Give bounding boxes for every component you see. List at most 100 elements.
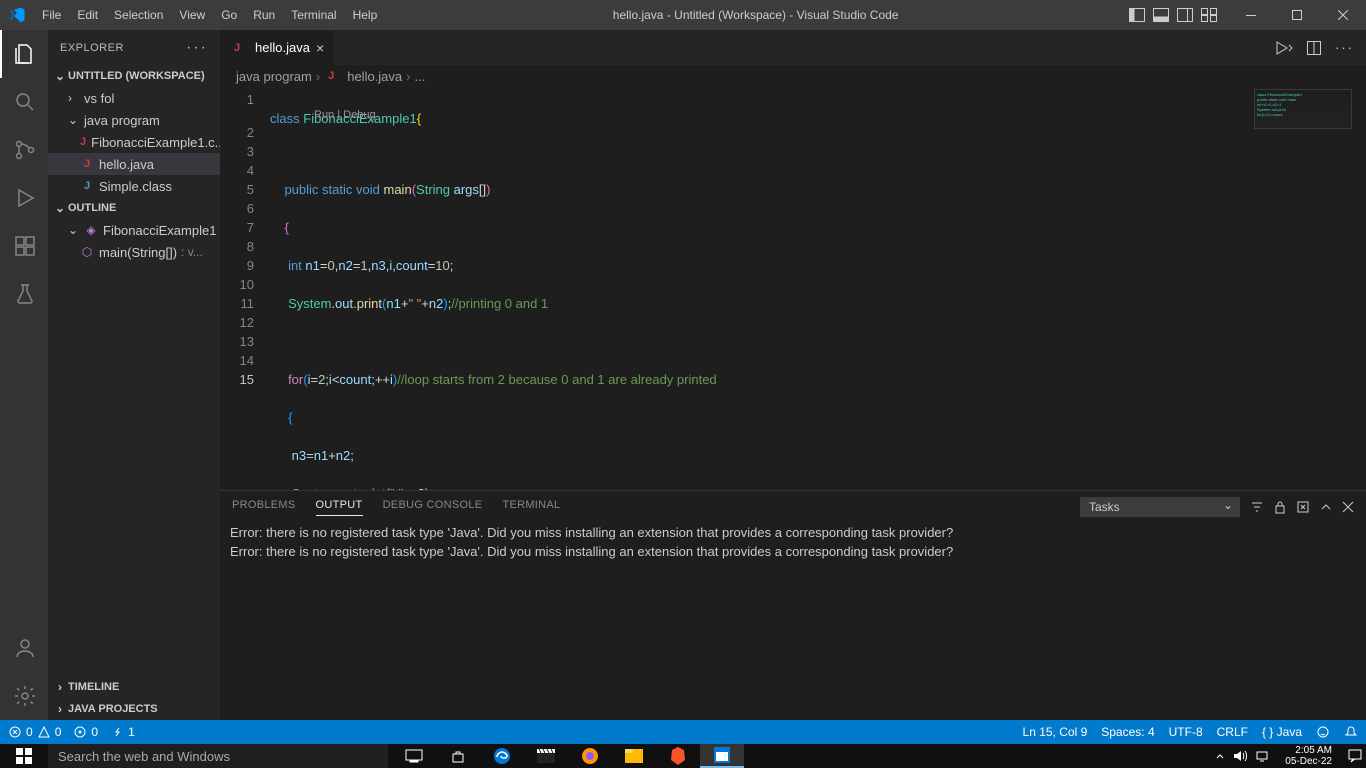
search-icon[interactable] (0, 78, 48, 126)
status-cursor-position[interactable]: Ln 15, Col 9 (1023, 725, 1088, 739)
explorer-icon[interactable] (0, 30, 48, 78)
taskbar-search[interactable]: Search the web and Windows (48, 744, 388, 768)
source-control-icon[interactable] (0, 126, 48, 174)
movies-icon[interactable] (524, 744, 568, 768)
task-view-icon[interactable] (392, 744, 436, 768)
bottom-panel: PROBLEMS OUTPUT DEBUG CONSOLE TERMINAL T… (220, 490, 1366, 720)
menu-run[interactable]: Run (245, 0, 283, 30)
settings-gear-icon[interactable] (0, 672, 48, 720)
editor-actions: ··· (1275, 30, 1366, 65)
toggle-panel-icon[interactable] (1150, 4, 1172, 26)
file-simple[interactable]: JSimple.class (48, 175, 220, 197)
outline-item-label: main(String[]) (99, 245, 177, 260)
lock-icon[interactable] (1274, 500, 1286, 514)
outline-class[interactable]: ⌄◈FibonacciExample1 (48, 219, 220, 241)
firefox-icon[interactable] (568, 744, 612, 768)
filter-icon[interactable] (1250, 500, 1264, 514)
tray-network-icon[interactable] (1255, 750, 1269, 762)
status-indentation[interactable]: Spaces: 4 (1101, 725, 1154, 739)
menu-go[interactable]: Go (213, 0, 245, 30)
toggle-secondary-sidebar-icon[interactable] (1174, 4, 1196, 26)
outline-section[interactable]: ⌄OUTLINE (48, 197, 220, 219)
run-debug-icon[interactable] (0, 174, 48, 222)
breadcrumb-item[interactable]: ... (415, 69, 426, 84)
minimap[interactable]: class FibonacciExample1public static voi… (1254, 89, 1352, 129)
status-ports[interactable]: 0 (73, 725, 98, 739)
outline-method[interactable]: ⬡main(String[]): v... (48, 241, 220, 263)
code-editor[interactable]: 1 2 3 4 5 6 7 8 9 10 11 12 13 14 15 clas… (220, 87, 1366, 490)
minimize-button[interactable] (1228, 0, 1274, 30)
accounts-icon[interactable] (0, 624, 48, 672)
start-button[interactable] (0, 744, 48, 768)
chevron-right-icon: › (406, 69, 410, 84)
breadcrumb-item[interactable]: java program (236, 69, 312, 84)
file-fibonacci[interactable]: JFibonacciExample1.c... (48, 131, 220, 153)
outline-tree: ⌄◈FibonacciExample1 ⬡main(String[]): v..… (48, 219, 220, 263)
panel-tab-output[interactable]: OUTPUT (316, 499, 363, 516)
customize-layout-icon[interactable] (1198, 4, 1220, 26)
menu-bar: File Edit Selection View Go Run Terminal… (34, 0, 385, 30)
tray-chevron-icon[interactable] (1215, 751, 1225, 761)
action-center-icon[interactable] (1348, 749, 1362, 763)
folder-vs-fol[interactable]: ›vs fol (48, 87, 220, 109)
status-notifications-icon[interactable] (1344, 725, 1358, 739)
store-icon[interactable] (436, 744, 480, 768)
code-content[interactable]: class FibonacciExample1{ Run | Debug pub… (270, 87, 1366, 490)
sidebar-title: EXPLORER (60, 42, 124, 54)
method-symbol-icon: ⬡ (80, 245, 94, 259)
timeline-label: TIMELINE (68, 681, 119, 693)
taskbar-clock[interactable]: 2:05 AM 05-Dec-22 (1277, 745, 1340, 767)
panel-tab-terminal[interactable]: TERMINAL (502, 499, 560, 515)
status-eol[interactable]: CRLF (1217, 725, 1248, 739)
clear-output-icon[interactable] (1296, 500, 1310, 514)
menu-edit[interactable]: Edit (69, 0, 106, 30)
java-projects-section[interactable]: ›JAVA PROJECTS (48, 698, 220, 720)
extensions-icon[interactable] (0, 222, 48, 270)
panel-tab-problems[interactable]: PROBLEMS (232, 499, 296, 515)
run-icon[interactable] (1275, 41, 1293, 55)
file-explorer-icon[interactable] (612, 744, 656, 768)
split-editor-icon[interactable] (1307, 41, 1321, 55)
file-hello[interactable]: Jhello.java (48, 153, 220, 175)
vscode-taskbar-icon[interactable] (700, 744, 744, 768)
edge-icon[interactable] (480, 744, 524, 768)
tray-volume-icon[interactable] (1233, 750, 1247, 762)
java-file-icon: J (80, 136, 86, 148)
output-content[interactable]: Error: there is no registered task type … (220, 523, 1366, 720)
breadcrumbs[interactable]: java program › J hello.java › ... (220, 65, 1366, 87)
brave-icon[interactable] (656, 744, 700, 768)
toggle-primary-sidebar-icon[interactable] (1126, 4, 1148, 26)
testing-icon[interactable] (0, 270, 48, 318)
maximize-panel-icon[interactable] (1320, 501, 1332, 513)
vscode-logo-icon (0, 6, 34, 24)
more-actions-icon[interactable]: ··· (1335, 40, 1354, 55)
codelens-run-debug[interactable]: Run | Debug (314, 108, 376, 122)
close-button[interactable] (1320, 0, 1366, 30)
close-panel-icon[interactable] (1342, 501, 1354, 513)
output-line: Error: there is no registered task type … (230, 523, 1356, 542)
status-language[interactable]: { } Java (1262, 725, 1302, 739)
window-controls (1228, 0, 1366, 30)
file-tree: ›vs fol ⌄java program JFibonacciExample1… (48, 87, 220, 197)
maximize-button[interactable] (1274, 0, 1320, 30)
status-java-ready[interactable]: 1 (110, 725, 135, 739)
tab-hello-java[interactable]: J hello.java × (220, 30, 335, 65)
menu-help[interactable]: Help (345, 0, 386, 30)
menu-terminal[interactable]: Terminal (283, 0, 344, 30)
tab-close-icon[interactable]: × (316, 40, 324, 56)
timeline-section[interactable]: ›TIMELINE (48, 676, 220, 698)
menu-view[interactable]: View (171, 0, 213, 30)
sidebar-more-icon[interactable]: ··· (186, 39, 208, 57)
output-channel-select[interactable]: Tasks (1080, 497, 1240, 517)
panel-tab-debug-console[interactable]: DEBUG CONSOLE (383, 499, 483, 515)
layout-controls (1126, 4, 1228, 26)
status-errors-warnings[interactable]: 0 0 (8, 725, 61, 739)
breadcrumb-item[interactable]: hello.java (347, 69, 402, 84)
menu-file[interactable]: File (34, 0, 69, 30)
workspace-section[interactable]: ⌄UNTITLED (WORKSPACE) (48, 65, 220, 87)
status-feedback-icon[interactable] (1316, 725, 1330, 739)
menu-selection[interactable]: Selection (106, 0, 171, 30)
status-encoding[interactable]: UTF-8 (1169, 725, 1203, 739)
tab-label: hello.java (255, 40, 310, 55)
folder-java-program[interactable]: ⌄java program (48, 109, 220, 131)
